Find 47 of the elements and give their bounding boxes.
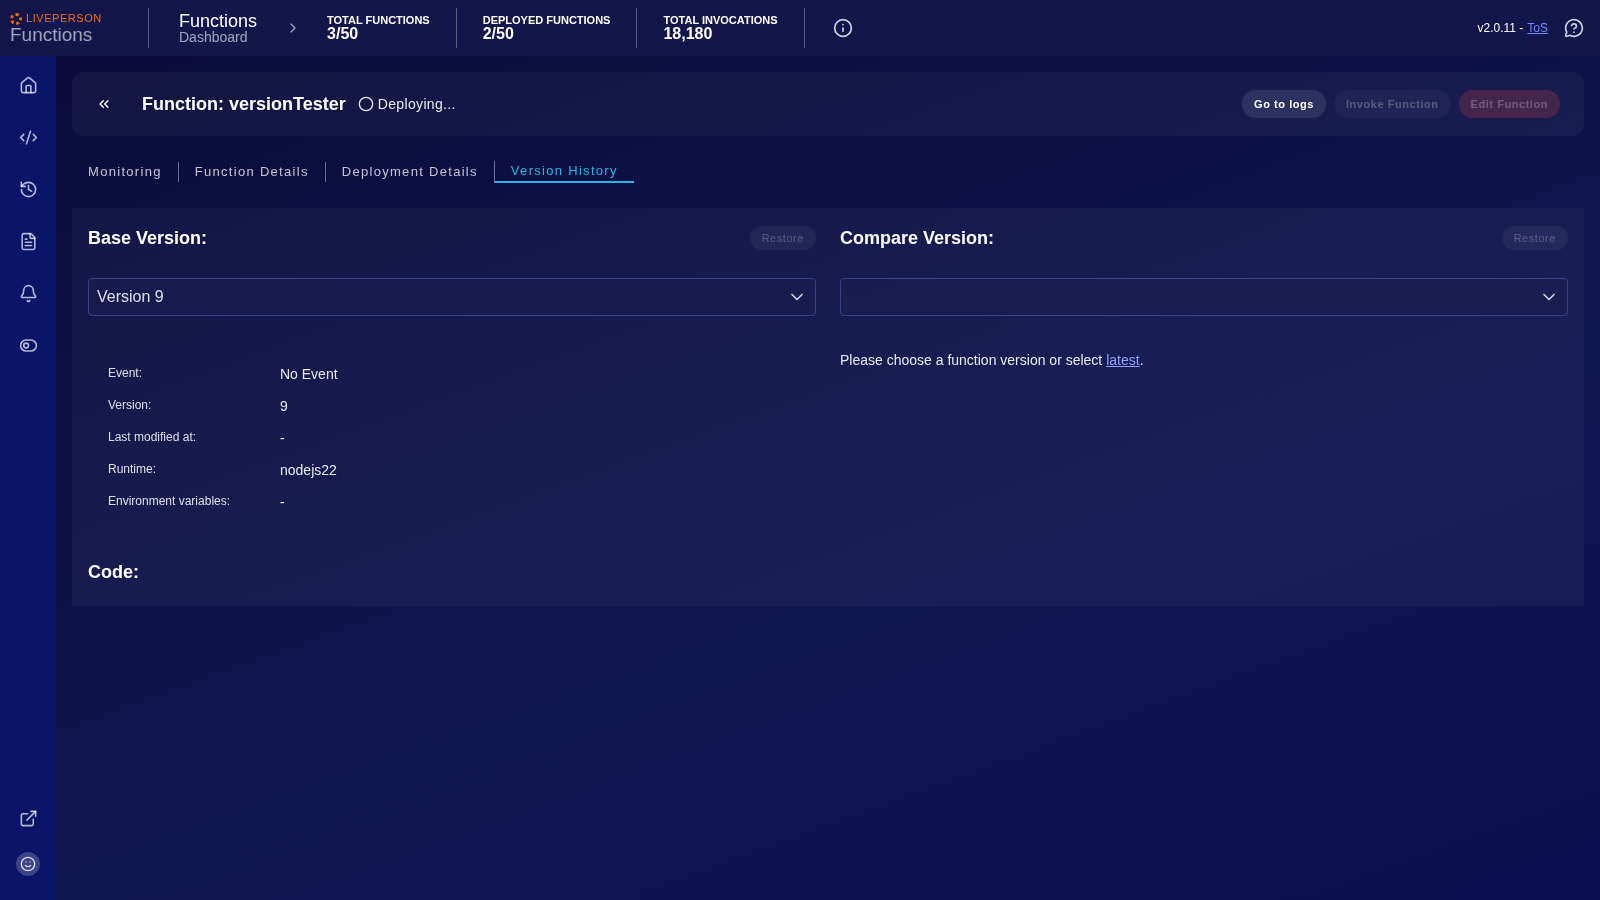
- code-heading: Code:: [88, 561, 140, 584]
- tab[interactable]: Version History: [494, 161, 634, 183]
- page-subtitle: Dashboard: [179, 30, 249, 44]
- home-icon[interactable]: [18, 76, 38, 95]
- detail-label: Last modified at:: [108, 429, 198, 446]
- stat-label: DEPLOYED FUNCTIONS: [482, 14, 611, 26]
- choose-version-message: Please choose a function version or select latest.: [840, 351, 1145, 370]
- bell-icon[interactable]: [18, 284, 38, 303]
- detail-label: Version:: [108, 397, 153, 414]
- detail-value: -: [280, 429, 286, 448]
- smiley-avatar[interactable]: [16, 852, 40, 876]
- stat-label: TOTAL INVOCATIONS: [663, 14, 778, 26]
- code-icon[interactable]: [18, 128, 38, 147]
- detail-label: Runtime:: [108, 461, 158, 478]
- detail-value: No Event: [280, 365, 339, 384]
- function-title: Function: versionTester: [142, 92, 346, 116]
- detail-label: Event:: [108, 365, 144, 382]
- stat-label: TOTAL FUNCTIONS: [327, 14, 430, 26]
- sun-logo-icon: [10, 12, 22, 25]
- tab[interactable]: Function Details: [178, 162, 325, 182]
- info-icon[interactable]: [832, 18, 853, 38]
- tab[interactable]: Monitoring: [88, 162, 178, 182]
- detail-label: Environment variables:: [108, 493, 232, 510]
- brand-name: LIVEPERSON: [26, 13, 102, 24]
- external-link-icon[interactable]: [18, 809, 38, 828]
- page-title: Functions: [179, 12, 258, 30]
- stat-value: 2/50: [482, 25, 515, 42]
- stat-value: 18,180: [663, 25, 714, 42]
- section-heading: Compare Version:: [840, 226, 995, 250]
- detail-value: 9: [280, 397, 289, 416]
- help-icon[interactable]: [1564, 18, 1584, 38]
- detail-value: -: [280, 493, 286, 512]
- section-heading: Base Version:: [88, 226, 208, 250]
- tos-link[interactable]: ToS: [1527, 19, 1548, 37]
- version-text: v2.0.11 -: [1477, 20, 1524, 37]
- document-icon[interactable]: [18, 232, 38, 251]
- action-button[interactable]: Go to logs: [1242, 89, 1326, 119]
- detail-value: nodejs22: [280, 461, 338, 480]
- status-circle-icon: [357, 96, 374, 112]
- status-text: Deploying...: [377, 94, 456, 114]
- tab[interactable]: Deployment Details: [325, 162, 494, 182]
- product-name: Functions: [10, 24, 94, 44]
- toggles-icon[interactable]: [18, 336, 38, 355]
- version-select[interactable]: Version 9: [88, 278, 816, 316]
- history-icon[interactable]: [18, 180, 38, 199]
- stat-value: 3/50: [327, 25, 360, 42]
- latest-link[interactable]: latest: [1106, 352, 1140, 368]
